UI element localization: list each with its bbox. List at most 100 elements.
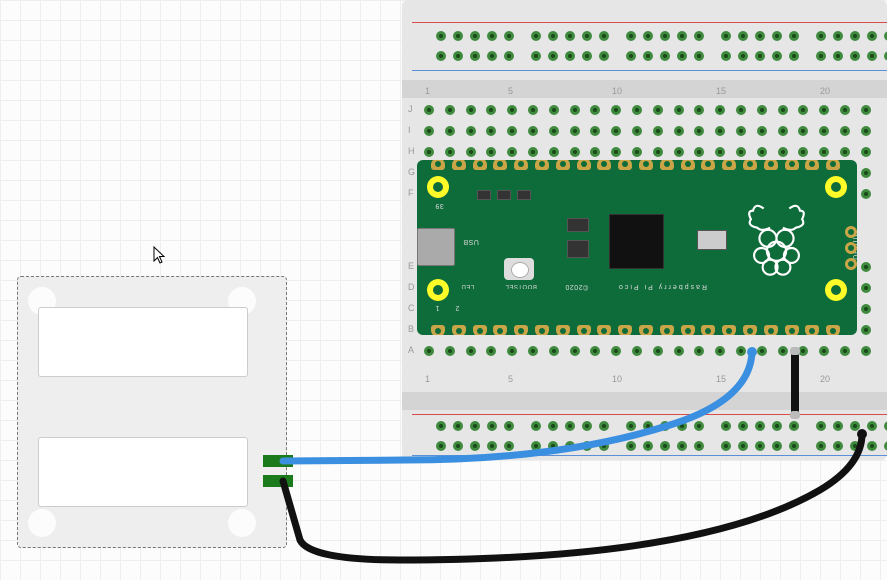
tie-point[interactable] [466,105,476,115]
tie-point[interactable] [486,105,496,115]
tie-point[interactable] [531,441,541,451]
tie-point[interactable] [632,126,642,136]
tie-point[interactable] [789,441,799,451]
tie-point[interactable] [487,421,497,431]
tie-point[interactable] [721,441,731,451]
tie-point[interactable] [677,421,687,431]
tie-point[interactable] [660,441,670,451]
tie-point[interactable] [867,441,877,451]
tie-point[interactable] [436,31,446,41]
tie-point[interactable] [504,421,514,431]
tie-point[interactable] [778,346,788,356]
tie-point[interactable] [486,126,496,136]
tie-point[interactable] [582,421,592,431]
tie-point[interactable] [507,346,517,356]
tie-point[interactable] [470,441,480,451]
tie-point[interactable] [778,126,788,136]
tie-point[interactable] [590,147,600,157]
tie-point[interactable] [798,147,808,157]
tie-point[interactable] [565,51,575,61]
terminal-positive[interactable] [263,455,293,467]
tie-point[interactable] [424,105,434,115]
terminal-negative[interactable] [263,475,293,487]
tie-point[interactable] [424,147,434,157]
tie-point[interactable] [528,126,538,136]
tie-point[interactable] [470,51,480,61]
tie-point[interactable] [599,31,609,41]
tie-point[interactable] [819,126,829,136]
tie-point[interactable] [694,105,704,115]
raspberry-pi-pico[interactable]: 39 USB BOOTSEL LED Raspberry Pi Pico ©20… [417,160,857,335]
tie-point[interactable] [590,105,600,115]
bootsel-button[interactable] [504,258,534,280]
tie-point[interactable] [632,147,642,157]
tie-point[interactable] [840,346,850,356]
tie-point[interactable] [436,441,446,451]
tie-point[interactable] [840,105,850,115]
tie-point[interactable] [504,441,514,451]
tie-point[interactable] [570,126,580,136]
tie-point[interactable] [861,168,871,178]
tie-point[interactable] [757,346,767,356]
tie-point[interactable] [632,105,642,115]
tie-point[interactable] [653,147,663,157]
tie-point[interactable] [453,31,463,41]
tie-point[interactable] [861,126,871,136]
tie-point[interactable] [819,147,829,157]
tie-point[interactable] [738,441,748,451]
tie-point[interactable] [424,346,434,356]
tie-point[interactable] [466,147,476,157]
tie-point[interactable] [694,126,704,136]
tie-point[interactable] [840,147,850,157]
tie-point[interactable] [565,421,575,431]
tie-point[interactable] [436,51,446,61]
tie-point[interactable] [466,346,476,356]
tie-point[interactable] [861,262,871,272]
tie-point[interactable] [531,51,541,61]
tie-point[interactable] [453,441,463,451]
tie-point[interactable] [445,126,455,136]
tie-point[interactable] [861,147,871,157]
tie-point[interactable] [721,51,731,61]
tie-point[interactable] [548,51,558,61]
tie-point[interactable] [674,126,684,136]
tie-point[interactable] [549,147,559,157]
tie-point[interactable] [590,126,600,136]
tie-point[interactable] [861,283,871,293]
tie-point[interactable] [570,105,580,115]
tie-point[interactable] [738,31,748,41]
tie-point[interactable] [694,421,704,431]
tie-point[interactable] [721,31,731,41]
tie-point[interactable] [660,51,670,61]
tie-point[interactable] [487,51,497,61]
tie-point[interactable] [677,51,687,61]
tie-point[interactable] [833,421,843,431]
tie-point[interactable] [755,51,765,61]
tie-point[interactable] [819,105,829,115]
tie-point[interactable] [548,31,558,41]
tie-point[interactable] [861,105,871,115]
tie-point[interactable] [643,51,653,61]
tie-point[interactable] [816,441,826,451]
tie-point[interactable] [626,441,636,451]
tie-point[interactable] [643,31,653,41]
tie-point[interactable] [470,421,480,431]
tie-point[interactable] [772,441,782,451]
tie-point[interactable] [736,126,746,136]
tie-point[interactable] [757,105,767,115]
tie-point[interactable] [674,346,684,356]
tie-point[interactable] [653,126,663,136]
tie-point[interactable] [715,105,725,115]
tie-point[interactable] [565,31,575,41]
tie-point[interactable] [694,31,704,41]
tie-point[interactable] [715,147,725,157]
tie-point[interactable] [632,346,642,356]
tie-point[interactable] [840,126,850,136]
tie-point[interactable] [643,441,653,451]
tie-point[interactable] [738,421,748,431]
tie-point[interactable] [861,325,871,335]
tie-point[interactable] [738,51,748,61]
tie-point[interactable] [507,126,517,136]
tie-point[interactable] [674,105,684,115]
tie-point[interactable] [861,304,871,314]
